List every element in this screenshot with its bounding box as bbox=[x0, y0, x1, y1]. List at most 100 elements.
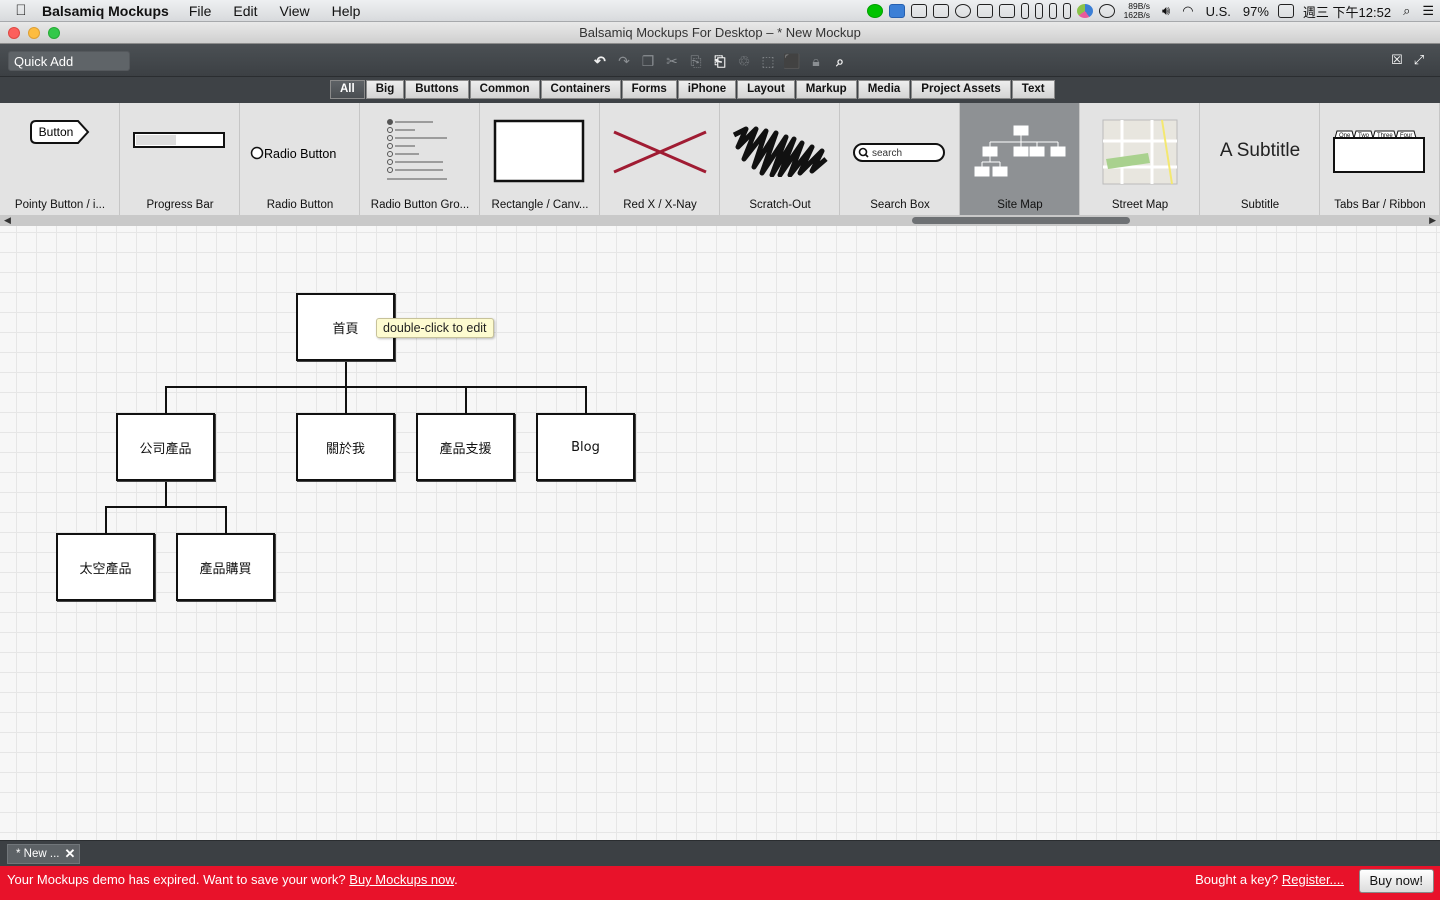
category-tab-layout[interactable]: Layout bbox=[737, 80, 795, 99]
input-source-indicator[interactable]: U.S. bbox=[1206, 4, 1231, 19]
register-link[interactable]: Register.... bbox=[1282, 872, 1344, 887]
network-arrows-icon[interactable] bbox=[1098, 4, 1115, 18]
battery-icon[interactable] bbox=[1277, 4, 1294, 18]
undo-icon[interactable]: ↶ bbox=[588, 51, 612, 71]
category-tab-forms[interactable]: Forms bbox=[621, 80, 677, 99]
gallery-item-subtitle[interactable]: A Subtitle Subtitle bbox=[1200, 103, 1320, 215]
app-name-menu[interactable]: Balsamiq Mockups bbox=[42, 3, 169, 19]
buy-now-button[interactable]: Buy now! bbox=[1358, 869, 1434, 893]
radio-group-thumb-icon bbox=[386, 119, 447, 180]
gallery-item-scratch-out[interactable]: Scratch-Out bbox=[720, 103, 840, 215]
connector-line bbox=[345, 362, 347, 388]
spotlight-search-icon[interactable]: ⌕ bbox=[1403, 3, 1410, 19]
quick-add-input[interactable] bbox=[8, 51, 130, 71]
ungroup-icon[interactable]: ⬛ bbox=[780, 51, 804, 71]
category-tab-big[interactable]: Big bbox=[365, 80, 405, 99]
gallery-item-red-x[interactable]: Red X / X-Nay bbox=[600, 103, 720, 215]
menu-file[interactable]: File bbox=[189, 3, 212, 19]
line-app-icon[interactable] bbox=[866, 4, 883, 18]
minimize-window-button[interactable] bbox=[28, 27, 40, 39]
document-tab[interactable]: * New ... ✕ bbox=[7, 844, 81, 864]
gallery-label: Search Box bbox=[870, 199, 930, 211]
gallery-item-progress-bar[interactable]: Progress Bar bbox=[120, 103, 240, 215]
dropbox-icon[interactable] bbox=[976, 4, 993, 18]
menu-view[interactable]: View bbox=[280, 3, 310, 19]
gallery-item-search-box[interactable]: search Search Box bbox=[840, 103, 960, 215]
connector-line bbox=[345, 386, 347, 414]
sitemap-node-level1[interactable]: 產品支援 bbox=[416, 413, 515, 481]
gallery-scrollbar[interactable]: ◀ ▶ bbox=[0, 215, 1440, 226]
close-window-button[interactable] bbox=[8, 27, 20, 39]
sitemap-node-level1[interactable]: 公司產品 bbox=[116, 413, 215, 481]
battery-percent[interactable]: 97% bbox=[1243, 4, 1269, 19]
d-app-icon[interactable] bbox=[910, 4, 927, 18]
cut-icon[interactable]: ✂ bbox=[660, 51, 684, 71]
apple-menu-icon[interactable]:  bbox=[0, 2, 42, 19]
menubar-status-area: 89B/s 162B/s 🔊︎ ◠ U.S. 97% 週三 下午12:52 ⌕ … bbox=[864, 0, 1440, 22]
copy-icon[interactable]: ⎘ bbox=[684, 51, 708, 71]
menu-edit[interactable]: Edit bbox=[233, 3, 257, 19]
category-tab-containers[interactable]: Containers bbox=[540, 80, 621, 99]
memory-meter-icon[interactable] bbox=[998, 4, 1015, 18]
category-tab-media[interactable]: Media bbox=[857, 80, 911, 99]
gallery-item-rectangle[interactable]: Rectangle / Canv... bbox=[480, 103, 600, 215]
category-tab-all[interactable]: All bbox=[330, 80, 365, 99]
sitemap-node-level2[interactable]: 太空產品 bbox=[56, 533, 155, 601]
document-tab-bar: * New ... ✕ bbox=[0, 840, 1440, 866]
gallery-item-pointy-button[interactable]: Button Pointy Button / i... bbox=[0, 103, 120, 215]
gallery-item-radio-button-group[interactable]: Radio Button Gro... bbox=[360, 103, 480, 215]
gallery-label: Scratch-Out bbox=[749, 199, 811, 211]
scratch-out-thumb-icon bbox=[732, 126, 828, 177]
category-tab-buttons[interactable]: Buttons bbox=[405, 80, 469, 99]
volume-icon[interactable]: 🔊︎ bbox=[1162, 3, 1170, 19]
system-menubar:  Balsamiq Mockups File Edit View Help 8… bbox=[0, 0, 1440, 22]
paste-icon[interactable]: ⎗ bbox=[708, 51, 732, 71]
menu-help[interactable]: Help bbox=[332, 3, 361, 19]
edit-toolbar-icons: ↶ ↷ ❐ ✂ ⎘ ⎗ ♲ ⬚ ⬛ 🔒︎ ⌕ bbox=[588, 51, 852, 71]
close-tab-icon[interactable]: ✕ bbox=[64, 845, 75, 863]
evernote-icon[interactable] bbox=[954, 4, 971, 18]
zoom-window-button[interactable] bbox=[48, 27, 60, 39]
group-icon[interactable]: ⬚ bbox=[756, 51, 780, 71]
sitemap-node-level1[interactable]: Blog bbox=[536, 413, 635, 481]
progress-bar-thumb-icon bbox=[132, 132, 225, 148]
gallery-item-street-map[interactable]: Street Map bbox=[1080, 103, 1200, 215]
delete-icon[interactable]: ♲ bbox=[732, 51, 756, 71]
mockup-canvas[interactable]: 首頁 公司產品 關於我 產品支援 Blog 太空產品 產品購買 double-c… bbox=[0, 226, 1440, 840]
category-tab-iphone[interactable]: iPhone bbox=[677, 80, 737, 99]
clock[interactable]: 週三 下午12:52 bbox=[1303, 2, 1391, 21]
skype-icon[interactable] bbox=[888, 4, 905, 18]
disk-usage-icon[interactable] bbox=[1076, 4, 1093, 18]
gallery-item-site-map[interactable]: Site Map bbox=[960, 103, 1080, 215]
category-tab-project-assets[interactable]: Project Assets bbox=[911, 80, 1011, 99]
notification-center-icon[interactable]: ☰ bbox=[1422, 3, 1434, 19]
wifi-icon[interactable]: ◠ bbox=[1182, 3, 1193, 19]
buy-mockups-link[interactable]: Buy Mockups now bbox=[349, 872, 454, 887]
cpu-meter-icon-2[interactable] bbox=[1034, 3, 1043, 19]
connector-line bbox=[165, 386, 586, 388]
redo-icon[interactable]: ↷ bbox=[612, 51, 636, 71]
cpu-meter-icon-3[interactable] bbox=[1048, 3, 1057, 19]
demo-expired-message: Your Mockups demo has expired. Want to s… bbox=[7, 866, 458, 894]
sitemap-node-level1[interactable]: 關於我 bbox=[296, 413, 395, 481]
cpu-meter-icon[interactable] bbox=[1020, 3, 1029, 19]
category-tab-markup[interactable]: Markup bbox=[795, 80, 857, 99]
sitemap-node-level2[interactable]: 產品購買 bbox=[176, 533, 275, 601]
gallery-item-radio-button[interactable]: Radio Button Radio Button bbox=[240, 103, 360, 215]
category-tab-text[interactable]: Text bbox=[1011, 80, 1055, 99]
close-mockup-icon[interactable]: ☒ bbox=[1386, 52, 1408, 68]
fullscreen-icon[interactable]: ⤢ bbox=[1408, 52, 1430, 68]
search-icon[interactable]: ⌕ bbox=[828, 51, 852, 71]
gallery-scroll-thumb[interactable] bbox=[912, 217, 1130, 224]
cpu-meter-icon-4[interactable] bbox=[1062, 3, 1071, 19]
cloud-sync-icon[interactable] bbox=[932, 4, 949, 18]
connector-line bbox=[165, 482, 167, 508]
lock-icon[interactable]: 🔒︎ bbox=[804, 51, 828, 71]
view-mode-icons: ☒ ⤢ bbox=[1386, 52, 1430, 68]
node-label: 產品支援 bbox=[439, 441, 492, 457]
gallery-item-tabs-bar[interactable]: One Two Three Four Tabs Bar / Ribbon bbox=[1320, 103, 1440, 215]
scroll-left-icon[interactable]: ◀ bbox=[4, 215, 11, 226]
duplicate-icon[interactable]: ❐ bbox=[636, 51, 660, 71]
scroll-right-icon[interactable]: ▶ bbox=[1429, 215, 1436, 226]
category-tab-common[interactable]: Common bbox=[469, 80, 540, 99]
